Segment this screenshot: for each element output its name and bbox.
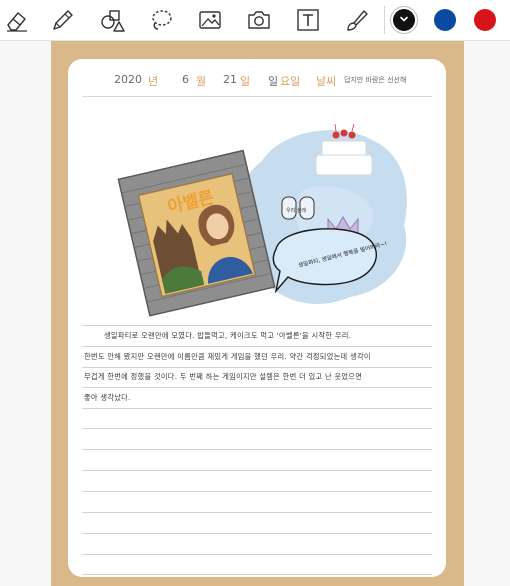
diary-page[interactable]: 2020 년 6 월 21 일 일 요일 날씨 덥지만 바람은 선선해 아벨른 … xyxy=(68,59,446,577)
color-red-swatch[interactable] xyxy=(474,9,496,31)
toolbar-divider xyxy=(384,6,385,34)
lasso-tool[interactable] xyxy=(146,5,176,35)
ruled-line xyxy=(82,512,432,513)
eraser-icon xyxy=(7,12,27,32)
ruled-line xyxy=(82,491,432,492)
color-blue-swatch[interactable] xyxy=(434,9,456,31)
ruled-line xyxy=(82,325,432,326)
diary-line-4: 좋아 생각났다. xyxy=(84,393,131,402)
shapes-icon xyxy=(101,10,125,32)
date-header: 2020 년 6 월 21 일 일 요일 날씨 덥지만 바람은 선선해 xyxy=(68,70,446,92)
ruled-line xyxy=(82,387,432,388)
weather-label: 날씨 xyxy=(316,75,337,88)
date-weekday: 일 xyxy=(268,75,279,88)
date-underline xyxy=(82,96,432,97)
ruled-line xyxy=(82,408,432,409)
marker-tool[interactable] xyxy=(342,5,372,35)
ruled-line xyxy=(82,367,432,368)
pen-tool[interactable] xyxy=(48,5,78,35)
text-box-icon xyxy=(297,9,319,31)
image-icon xyxy=(199,11,221,29)
ruled-line xyxy=(82,574,432,575)
chevron-down-icon xyxy=(400,16,408,22)
shapes-tool[interactable] xyxy=(98,5,128,35)
color-black-swatch[interactable] xyxy=(393,9,415,31)
ruled-line xyxy=(82,554,432,555)
weather-value: 덥지만 바람은 선선해 xyxy=(344,76,407,84)
date-weekday-unit: 요일 xyxy=(280,75,301,88)
ruled-line xyxy=(82,346,432,347)
date-month-unit: 월 xyxy=(196,75,207,88)
diary-line-3: 무겁게 한번에 정했을 것이다. 두 번째 하는 게임이지만 설렘은 한번 더 … xyxy=(84,372,363,381)
date-day-unit: 일 xyxy=(240,75,251,88)
image-tool[interactable] xyxy=(195,5,225,35)
camera-icon xyxy=(248,11,270,29)
toolbar xyxy=(0,0,510,41)
ruled-line xyxy=(82,428,432,429)
brush-icon xyxy=(347,10,368,31)
date-year-unit: 년 xyxy=(148,75,159,88)
ruled-line xyxy=(82,449,432,450)
eraser-tool[interactable] xyxy=(2,5,32,35)
date-month: 6 xyxy=(182,73,189,86)
date-day: 21 xyxy=(223,73,237,86)
date-year: 2020 xyxy=(114,73,142,86)
diary-line-1: 생일파티로 오랜만에 모였다. 밥들먹고, 케이크도 먹고 '아벨른'을 시작한… xyxy=(104,331,352,340)
ruled-line xyxy=(82,533,432,534)
text-tool[interactable] xyxy=(293,5,323,35)
lasso-icon xyxy=(152,10,172,30)
pencil-icon xyxy=(53,10,73,30)
camera-tool[interactable] xyxy=(244,5,274,35)
ruled-line xyxy=(82,470,432,471)
diary-illustration: 아벨른 우리 설레 생일파티, 생일에서 행복을 빌어봐라~! xyxy=(117,123,407,317)
diary-line-2: 한번도 안해 봤지만 오랜만에 이름만큼 재밌게 게임을 했던 우리. 약간 걱… xyxy=(84,352,371,361)
badge-text: 우리 설레 xyxy=(286,207,306,214)
